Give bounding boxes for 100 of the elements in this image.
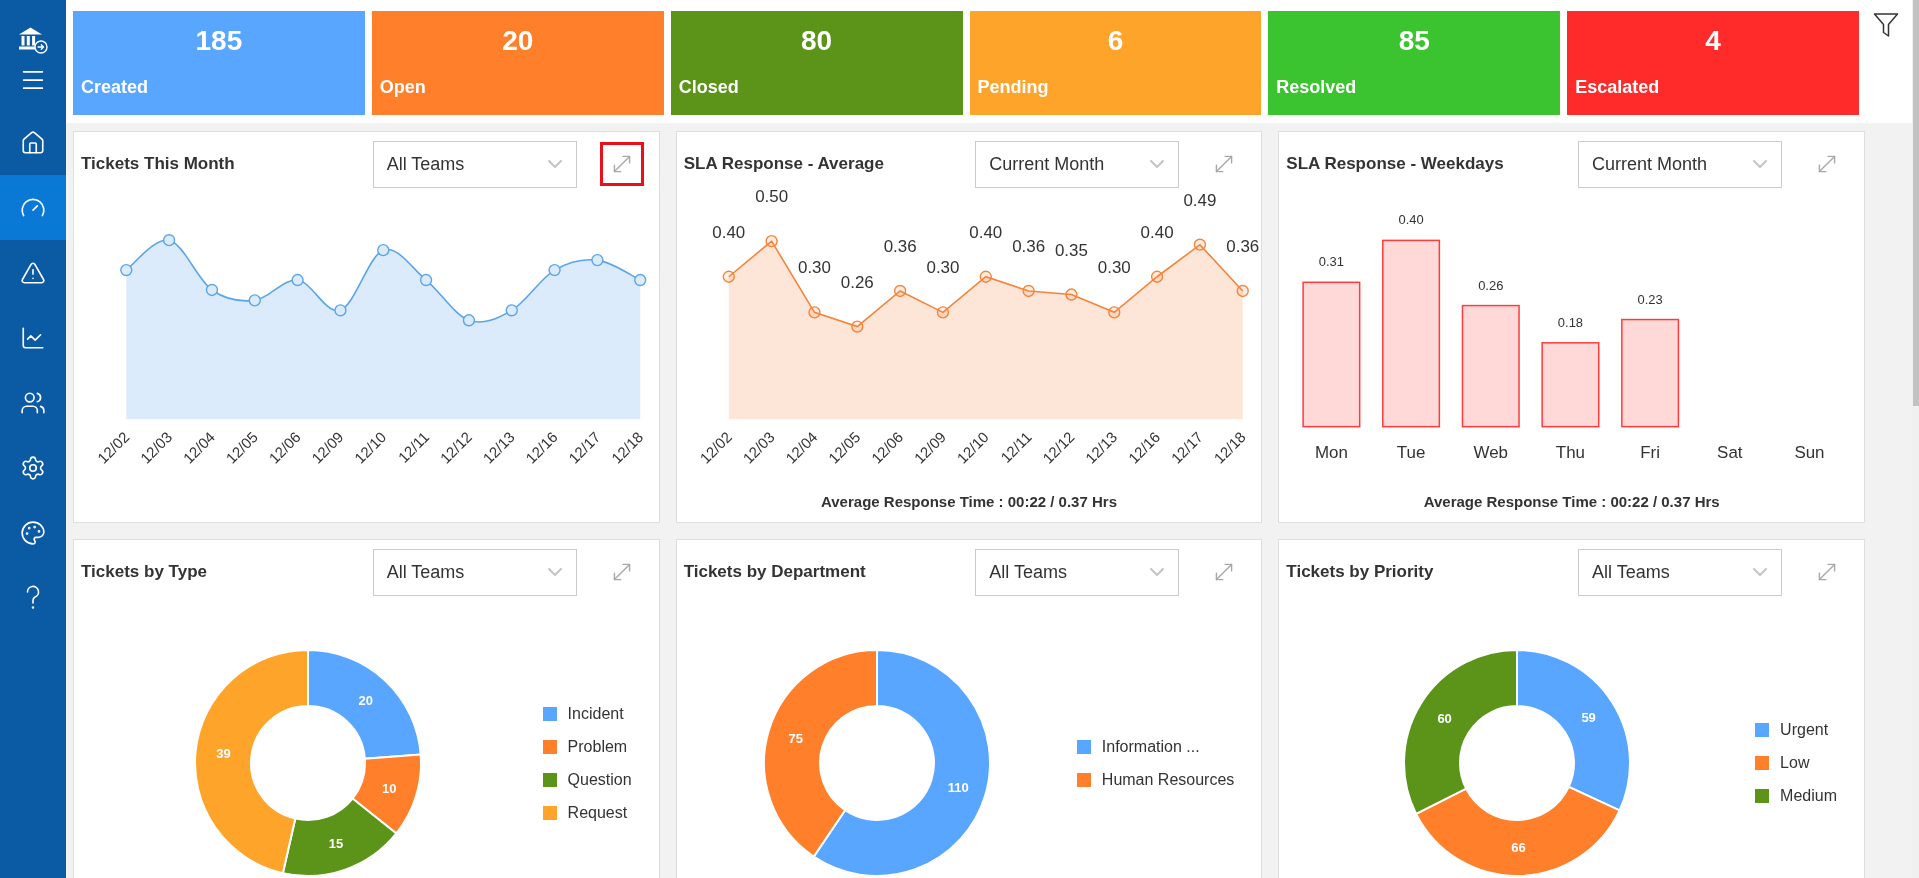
data-point	[1064, 288, 1078, 301]
data-point	[1236, 284, 1249, 298]
settings-icon	[20, 454, 46, 481]
legend-label: Problem	[567, 736, 628, 757]
data-label: 0.36	[1225, 237, 1259, 257]
data-label: 0.40	[1398, 212, 1424, 228]
x-axis-label: Thu	[1556, 443, 1586, 462]
data-point	[850, 320, 864, 333]
filter-dropdown[interactable]: All Teams	[1578, 548, 1782, 596]
filter-dropdown[interactable]: All Teams	[975, 548, 1180, 596]
legend-label: Information ...	[1101, 736, 1200, 757]
palette-icon	[20, 519, 46, 546]
filter-dropdown[interactable]: Current Month	[975, 140, 1180, 188]
slice-label: 60	[1437, 710, 1453, 726]
data-point	[722, 270, 735, 283]
panel-title: SLA Response - Weekdays	[1286, 154, 1504, 174]
slice-label: 20	[358, 693, 374, 709]
data-point	[765, 234, 778, 248]
users-icon	[20, 389, 46, 416]
help-icon	[25, 584, 41, 611]
data-point	[591, 253, 604, 267]
panel-title: Tickets by Department	[683, 562, 866, 582]
data-label: 0.40	[968, 222, 1002, 242]
data-label: 0.26	[840, 272, 874, 292]
data-label: 0.40	[1140, 222, 1174, 242]
panel-title: Tickets by Priority	[1286, 562, 1434, 582]
card-label: Open	[379, 76, 426, 98]
data-label: 0.18	[1558, 314, 1584, 330]
card-label: Escalated	[1575, 76, 1660, 98]
data-label: 0.30	[926, 258, 960, 278]
x-axis-label: Fri	[1640, 443, 1661, 462]
card-count: 80	[801, 24, 833, 58]
legend-label: Medium	[1780, 786, 1837, 806]
data-point	[248, 294, 261, 307]
scrollbar-thumb[interactable]	[1913, 0, 1919, 406]
data-point	[419, 273, 433, 287]
card-label: Created	[81, 76, 149, 98]
average-response-time: Average Response Time : 00:22 / 0.37 Hrs	[1423, 492, 1720, 512]
legend-label: Human Resources	[1101, 769, 1235, 790]
card-label: Closed	[678, 76, 739, 98]
data-label: 0.26	[1478, 277, 1504, 293]
legend-label: Incident	[567, 703, 624, 724]
slice-label: 110	[947, 780, 969, 796]
slice-label: 15	[329, 835, 344, 851]
x-axis-label: Sun	[1794, 443, 1825, 462]
slice-label: 10	[382, 780, 397, 796]
data-point	[291, 273, 304, 287]
data-label: 0.30	[1097, 258, 1131, 278]
card-count: 20	[502, 24, 534, 58]
legend-label: Question	[567, 769, 632, 790]
data-label: 0.30	[797, 258, 831, 278]
data-label: 0.31	[1319, 254, 1345, 270]
card-count: 6	[1107, 24, 1124, 58]
data-point	[1150, 270, 1163, 283]
data-point	[1193, 238, 1206, 251]
data-point	[893, 284, 906, 298]
data-label: 0.49	[1183, 190, 1217, 210]
card-count: 4	[1705, 24, 1721, 58]
home-icon	[20, 129, 46, 156]
data-point	[936, 306, 949, 319]
filter-icon[interactable]	[1872, 12, 1899, 38]
data-label: 0.23	[1637, 291, 1664, 307]
data-label: 0.36	[1011, 237, 1045, 257]
data-point	[1107, 306, 1121, 319]
legend-label: Request	[567, 802, 628, 823]
legend-label: Urgent	[1780, 720, 1829, 740]
slice-label: 75	[788, 730, 803, 746]
data-point	[634, 273, 647, 287]
bank-logo-icon	[18, 26, 48, 54]
panel-title: Tickets This Month	[81, 154, 235, 174]
filter-dropdown[interactable]: All Teams	[372, 140, 577, 188]
panel-title: Tickets by Type	[81, 562, 207, 582]
filter-dropdown[interactable]: All Teams	[372, 548, 577, 596]
data-point	[377, 243, 390, 257]
card-label: Pending	[977, 76, 1049, 98]
data-point	[120, 263, 133, 277]
x-axis-label: Mon	[1315, 443, 1349, 462]
expand-button[interactable]	[599, 142, 644, 186]
data-label: 0.35	[1054, 240, 1088, 260]
card-count: 85	[1398, 24, 1430, 58]
data-point	[162, 234, 176, 247]
data-point	[807, 306, 821, 319]
data-point	[205, 283, 219, 297]
data-point	[505, 304, 518, 317]
average-response-time: Average Response Time : 00:22 / 0.37 Hrs	[821, 492, 1117, 512]
x-axis-label: Sat	[1717, 443, 1743, 462]
legend-label: Low	[1780, 753, 1810, 773]
slice-label: 39	[216, 746, 232, 761]
slice-label: 66	[1511, 840, 1526, 856]
filter-dropdown[interactable]: Current Month	[1578, 140, 1782, 188]
data-label: 0.40	[712, 222, 745, 242]
data-label: 0.50	[754, 188, 788, 207]
slice-label: 59	[1581, 709, 1597, 725]
card-count: 185	[195, 24, 243, 58]
x-axis-label: Tue	[1397, 443, 1426, 462]
data-point	[548, 263, 561, 277]
panel-title: SLA Response - Average	[683, 154, 884, 174]
x-axis-label: Web	[1473, 443, 1509, 462]
card-label: Resolved	[1276, 76, 1357, 98]
data-point	[1022, 284, 1035, 298]
